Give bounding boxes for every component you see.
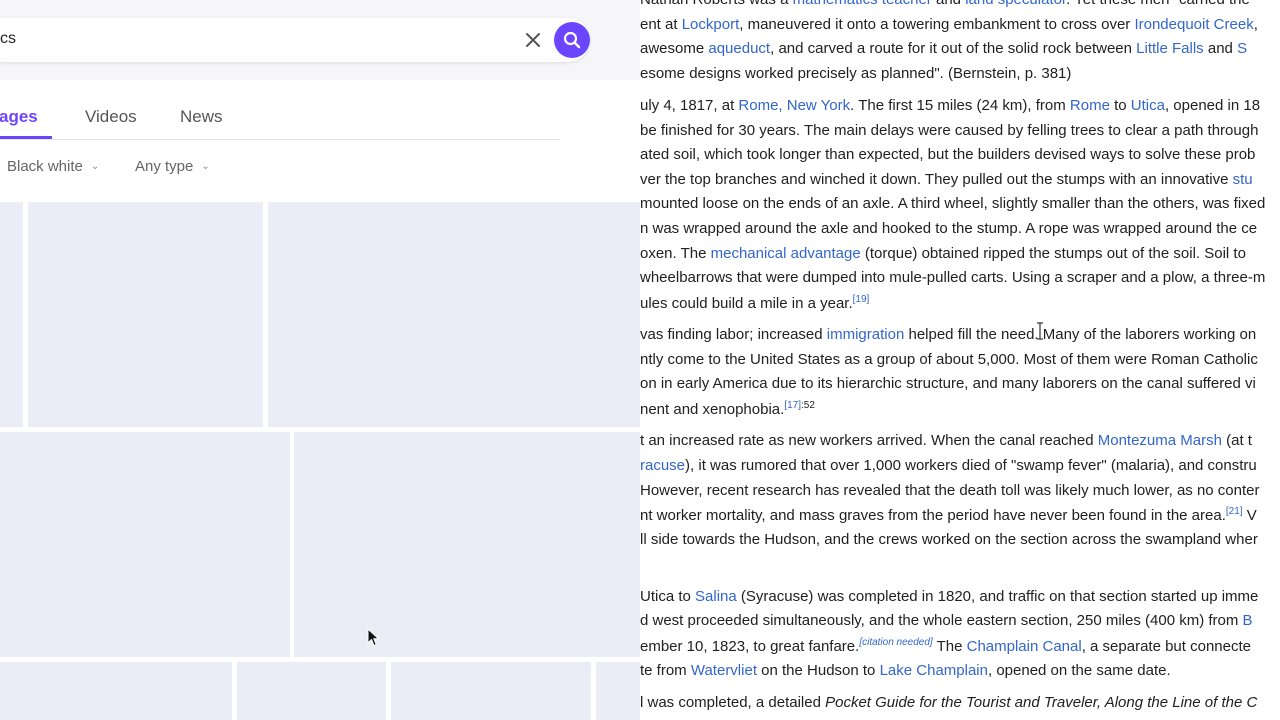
article-link[interactable]: racuse — [640, 457, 685, 474]
article-link[interactable]: land speculator — [965, 0, 1066, 8]
image-result-placeholder[interactable] — [268, 202, 640, 427]
citation-link[interactable]: [17] — [784, 400, 801, 411]
type-filter-label: Any type — [135, 158, 194, 175]
article-link[interactable]: Lake Champlain — [880, 662, 988, 679]
type-filter-dropdown[interactable]: Any type ⌄ — [135, 158, 210, 175]
article-link[interactable]: Utica — [1131, 97, 1165, 114]
article-link[interactable]: Irondequoit Creek — [1134, 16, 1253, 33]
article-link[interactable]: mechanical advantage — [711, 245, 861, 262]
color-filter-label: Black white — [7, 158, 83, 175]
book-title: Pocket Guide for the Tourist and Travele… — [825, 694, 1258, 711]
image-result-placeholder[interactable] — [0, 662, 232, 720]
article-line: esome designs worked precisely as planne… — [640, 65, 1072, 82]
article-line: mounted loose on the ends of an axle. A … — [640, 195, 1266, 212]
article-link[interactable]: stu — [1233, 171, 1253, 188]
article-line: awesome aqueduct, and carved a route for… — [640, 40, 1248, 57]
article-link[interactable]: S — [1237, 40, 1247, 57]
article-line: t an increased rate as new workers arriv… — [640, 432, 1252, 449]
image-result-placeholder[interactable] — [0, 432, 290, 657]
article-line: nent and xenophobia.[17]:52 — [640, 400, 815, 418]
article-line: be finished for 30 years. The main delay… — [640, 122, 1259, 139]
search-query-text[interactable]: cs — [0, 30, 16, 48]
search-input[interactable]: cs — [0, 18, 590, 62]
article-line: nt worker mortality, and mass graves fro… — [640, 506, 1257, 524]
tabs-divider — [0, 139, 560, 140]
article-line: te from Watervliet on the Hudson to Lake… — [640, 662, 1171, 679]
tab-images[interactable]: ages — [0, 107, 38, 127]
article-line: ules could build a mile in a year.[19] — [640, 294, 870, 312]
article-link[interactable]: Salina — [695, 588, 737, 605]
article-link[interactable]: aqueduct — [708, 40, 770, 57]
search-icon — [563, 31, 581, 49]
article-line: ent at Lockport, maneuvered it onto a to… — [640, 16, 1258, 33]
color-filter-dropdown[interactable]: Black white ⌄ — [7, 158, 99, 175]
citation-link[interactable]: [21] — [1226, 506, 1243, 517]
article-line: However, recent research has revealed th… — [640, 482, 1260, 499]
article-line: l was completed, a detailed Pocket Guide… — [640, 694, 1258, 711]
article-link[interactable]: immigration — [827, 326, 905, 343]
chevron-down-icon: ⌄ — [201, 161, 210, 172]
image-result-placeholder[interactable] — [391, 662, 591, 720]
tab-videos[interactable]: Videos — [85, 107, 137, 127]
image-result-placeholder[interactable] — [237, 662, 386, 720]
article-line: ntly come to the United States as a grou… — [640, 351, 1258, 368]
search-tabs-area: ages Videos News Black white ⌄ Any type ⌄ — [0, 80, 640, 202]
image-results-grid — [0, 202, 640, 720]
chevron-down-icon: ⌄ — [90, 161, 100, 172]
article-link[interactable]: Montezuma Marsh — [1098, 432, 1222, 449]
article-link[interactable]: Rome, New York — [738, 97, 850, 114]
article-link[interactable]: Little Falls — [1136, 40, 1204, 57]
article-link[interactable]: mathematics teacher — [793, 0, 932, 8]
article-line: ver the top branches and winched it down… — [640, 171, 1253, 188]
article-line: uly 4, 1817, at Rome, New York. The firs… — [640, 97, 1261, 114]
article-link[interactable]: B — [1243, 612, 1253, 629]
article-line: n was wrapped around the axle and hooked… — [640, 220, 1258, 237]
article-line: Utica to Salina (Syracuse) was completed… — [640, 588, 1259, 605]
image-result-placeholder[interactable] — [28, 202, 263, 427]
search-header: cs — [0, 0, 640, 80]
article-link[interactable]: Watervliet — [691, 662, 757, 679]
article-line: racuse), it was rumored that over 1,000 … — [640, 457, 1257, 474]
image-search-pane: cs ages Videos News Black white ⌄ Any typ… — [0, 0, 640, 720]
article-line: d west proceeded simultaneously, and the… — [640, 612, 1253, 629]
article-link[interactable]: Rome — [1070, 97, 1110, 114]
article-line: oxen. The mechanical advantage (torque) … — [640, 245, 1246, 262]
tab-news[interactable]: News — [180, 107, 223, 127]
article-line: ember 10, 1823, to great fanfare.[citati… — [640, 637, 1251, 655]
citation-needed-link[interactable]: [citation needed] — [859, 637, 932, 648]
article-link[interactable]: Lockport — [682, 16, 740, 33]
search-button[interactable] — [554, 22, 590, 58]
close-icon[interactable] — [522, 29, 544, 51]
article-link[interactable]: Champlain Canal — [967, 638, 1082, 655]
article-line: on in early America due to its hierarchi… — [640, 375, 1256, 392]
citation-page: :52 — [800, 400, 815, 411]
mouse-cursor-icon — [367, 628, 380, 647]
image-result-placeholder[interactable] — [294, 432, 640, 657]
article-line: ated soil, which took longer than expect… — [640, 146, 1256, 163]
image-result-placeholder[interactable] — [596, 662, 640, 720]
article-line: Nathan Roberts was a mathematics teacher… — [640, 0, 1250, 8]
article-line: vas finding labor; increased immigration… — [640, 326, 1257, 343]
text-cursor-icon — [1037, 322, 1043, 340]
article-line: wheelbarrows that were dumped into mule-… — [640, 269, 1266, 286]
citation-link[interactable]: [19] — [853, 294, 870, 305]
article-pane: Nathan Roberts was a mathematics teacher… — [640, 0, 1280, 720]
article-line: ll side towards the Hudson, and the crew… — [640, 531, 1258, 548]
image-result-placeholder[interactable] — [0, 202, 23, 427]
